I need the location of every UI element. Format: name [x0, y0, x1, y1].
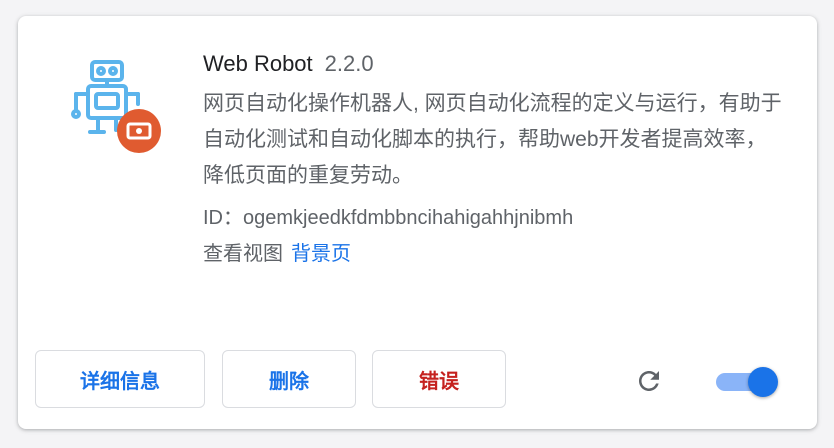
- extension-id-value: ogemkjeedkfdmbbncihahigahhjnibmh: [243, 207, 574, 229]
- extension-icon: [66, 54, 166, 154]
- extension-version: 2.2.0: [324, 51, 374, 76]
- extension-title-row: Web Robot 2.2.0: [203, 48, 793, 80]
- errors-button[interactable]: 错误: [372, 350, 506, 408]
- reload-icon[interactable]: [634, 366, 664, 396]
- robot-icon: [71, 60, 161, 153]
- extension-card: Web Robot 2.2.0 网页自动化操作机器人, 网页自动化流程的定义与运行…: [18, 16, 817, 429]
- enable-toggle[interactable]: [716, 367, 778, 397]
- details-button[interactable]: 详细信息: [35, 350, 205, 408]
- extension-description: 网页自动化操作机器人, 网页自动化流程的定义与运行，有助于自动化测试和自动化脚本…: [203, 92, 782, 187]
- inspect-views-row: 查看视图 背景页: [203, 238, 793, 270]
- extension-id-label: ID：: [203, 207, 243, 229]
- extension-info: Web Robot 2.2.0 网页自动化操作机器人, 网页自动化流程的定义与运行…: [203, 48, 793, 270]
- inspect-views-label: 查看视图: [203, 243, 283, 265]
- remove-button[interactable]: 删除: [222, 350, 356, 408]
- toggle-knob: [748, 367, 778, 397]
- extension-id-row: ID：ogemkjeedkfdmbbncihahigahhjnibmh: [203, 202, 793, 234]
- background-page-link[interactable]: 背景页: [291, 243, 351, 265]
- extension-name: Web Robot: [203, 51, 313, 76]
